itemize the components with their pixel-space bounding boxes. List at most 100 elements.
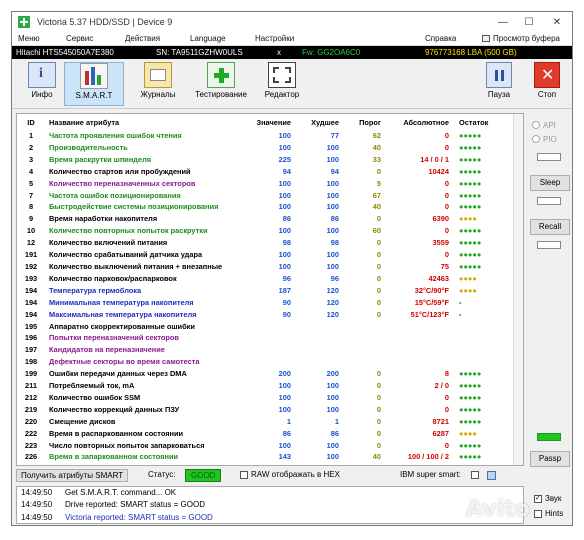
table-row[interactable]: 7 Частота ошибок позиционирования 100 100 67…	[17, 190, 513, 202]
table-row[interactable]: 3 Время раскрутки шпинделя 225 100 33 14 / 0 …	[17, 154, 513, 166]
col-header-threshold[interactable]: Порог	[343, 114, 385, 130]
get-smart-button[interactable]: Получить атрибуты SMART	[16, 469, 129, 482]
window-title: Victoria 5.37 HDD/SSD | Device 9	[37, 17, 173, 27]
info-button[interactable]: i Инфо	[12, 62, 72, 106]
buffer-viewer-button[interactable]: Просмотр буфера	[482, 34, 560, 43]
attr-id-cell: 3	[28, 154, 34, 164]
attr-status-cell: ●●●●●	[459, 131, 482, 140]
table-row[interactable]: 197 Кандидатов на переназначение	[17, 344, 513, 356]
col-header-value[interactable]: Значение	[245, 114, 295, 130]
table-row[interactable]: 12 Количество включений питания 98 98 0 3559 ●…	[17, 237, 513, 249]
col-header-raw[interactable]: Абсолютное	[385, 114, 453, 130]
attr-value-cell: 100	[278, 178, 291, 188]
table-row[interactable]: 194 Температура гермоблока 187 120 0 32°C/90°…	[17, 285, 513, 297]
stop-button[interactable]: ✕ Стоп	[526, 62, 568, 106]
table-row[interactable]: 199 Ошибки передачи данных через DMA 200 20…	[17, 368, 513, 380]
table-row[interactable]: 219 Количество коррекций данных ПЗУ 100 100…	[17, 404, 513, 416]
passp-button[interactable]: Passp	[530, 451, 570, 467]
attr-raw-cell: 0	[444, 404, 449, 414]
attr-raw-cell: 0	[444, 190, 449, 200]
table-row[interactable]: 195 Аппаратно скорректированные ошибки	[17, 321, 513, 333]
attr-status-cell: -	[459, 309, 462, 319]
raw-hex-checkbox[interactable]: RAW отображать в HEX	[240, 470, 340, 479]
attr-name-cell: Количество выключений питания + внезапны…	[49, 261, 223, 271]
attr-worst-cell: 100	[326, 381, 339, 391]
attr-raw-cell: 2 / 0	[434, 381, 449, 391]
menu-item-menu[interactable]: Меню	[18, 34, 40, 43]
attr-status-cell	[453, 332, 513, 344]
menu-item-settings[interactable]: Настройки	[255, 34, 294, 43]
table-row[interactable]: 196 Попытки переназначений секторов	[17, 332, 513, 344]
api-radio[interactable]: API	[532, 118, 572, 132]
status-badge: GOOD	[185, 469, 222, 482]
smart-button[interactable]: S.M.A.R.T	[64, 62, 124, 106]
table-row[interactable]: 2 Производительность 100 100 40 0 ●●●●●	[17, 142, 513, 154]
table-row[interactable]: 220 Смещение дисков 1 1 0 8721 ●●●●●	[17, 416, 513, 428]
attr-name-cell: Количество включений питания	[49, 238, 168, 248]
attr-id-cell: 219	[24, 404, 38, 414]
log-time: 14:49:50	[21, 500, 53, 510]
table-row[interactable]: 9 Время наработки накопителя 86 86 0 6390 ●●●●	[17, 213, 513, 225]
table-row[interactable]: 4 Количество стартов или пробуждений 94 94 0…	[17, 166, 513, 178]
table-row[interactable]: 198 Дефектные секторы во время самотеста	[17, 356, 513, 368]
menu-item-actions[interactable]: Действия	[125, 34, 160, 43]
col-header-id[interactable]: ID	[17, 114, 45, 130]
menu-item-language[interactable]: Language	[190, 34, 226, 43]
minimize-icon[interactable]: —	[490, 12, 516, 32]
logs-button[interactable]: Журналы	[128, 62, 188, 106]
sleep-button[interactable]: Sleep	[530, 175, 570, 191]
attr-name-cell: Кандидатов на переназначение	[49, 345, 165, 355]
test-plus-icon	[207, 62, 235, 88]
attr-status-cell: ●●●●●	[459, 190, 482, 200]
ibm-super-smart-checkbox[interactable]	[471, 471, 479, 479]
col-header-worst[interactable]: Худшее	[295, 114, 343, 130]
table-row[interactable]: 8 Быстродействие системы позиционирования…	[17, 201, 513, 213]
table-row[interactable]: 191 Количество срабатываний датчика удара…	[17, 249, 513, 261]
table-row[interactable]: 192 Количество выключений питания + внеза…	[17, 261, 513, 273]
table-row[interactable]: 226 Время в запаркованном состоянии 143 100…	[17, 451, 513, 463]
info-button-label: Инфо	[31, 90, 53, 99]
pause-button[interactable]: Пауза	[478, 62, 520, 106]
maximize-icon[interactable]: ☐	[516, 12, 542, 32]
table-row[interactable]: 223 Число повторных попыток запарковаться…	[17, 440, 513, 452]
table-row[interactable]: 222 Время в распаркованном состоянии 86 86 0…	[17, 428, 513, 440]
attr-raw-cell: 0	[444, 226, 449, 236]
table-row[interactable]: 5 Количество переназначенных секторов 100 1…	[17, 178, 513, 190]
hints-checkbox[interactable]: Hints	[534, 509, 572, 518]
pio-radio-label: PIO	[543, 134, 557, 144]
logs-button-label: Журналы	[140, 90, 176, 99]
attr-id-cell: 2	[28, 142, 34, 152]
attr-id-cell: 4	[28, 166, 34, 176]
attr-raw-cell	[385, 332, 453, 344]
table-row[interactable]: 212 Количество ошибок SSM 100 100 0 0 ●●●●●	[17, 392, 513, 404]
close-icon[interactable]: ✕	[544, 12, 570, 32]
table-row[interactable]: 193 Количество парковок/распарковок 96 96 0 4…	[17, 273, 513, 285]
table-header-row: ID Название атрибута Значение Худшее Пор…	[17, 114, 513, 130]
attr-name-cell: Частота ошибок позиционирования	[49, 190, 181, 200]
attr-worst-cell: 100	[326, 142, 339, 152]
table-row[interactable]: 10 Количество повторных попыток раскрутки…	[17, 225, 513, 237]
table-scrollbar[interactable]	[513, 114, 523, 465]
sound-checkbox[interactable]: ✓ Звук	[534, 494, 572, 503]
pio-radio[interactable]: PIO	[532, 132, 572, 146]
editor-button[interactable]: Редактор	[252, 62, 312, 106]
table-row[interactable]: 211 Потребляемый ток, mA 100 100 0 2 / 0 ●●●●●	[17, 380, 513, 392]
pio-radio-dot	[532, 135, 540, 143]
table-row[interactable]: 194 Минимальная температура накопителя 90 1…	[17, 297, 513, 309]
menu-item-service[interactable]: Сервис	[66, 34, 93, 43]
col-header-status[interactable]: Остаток	[453, 114, 513, 130]
table-row[interactable]: 1 Частота проявления ошибок чтения 100 77 62…	[17, 130, 513, 142]
attr-value-cell: 100	[278, 226, 291, 236]
attr-name-cell: Производительность	[49, 142, 128, 152]
attr-id-cell: 8	[28, 202, 34, 212]
recall-button[interactable]: Recall	[530, 219, 570, 235]
attr-threshold-cell: 0	[376, 285, 381, 295]
testing-button[interactable]: Тестирование	[191, 62, 251, 106]
col-header-name[interactable]: Название атрибута	[45, 114, 245, 130]
attr-name-cell: Время наработки накопителя	[49, 214, 158, 224]
menu-item-help[interactable]: Справка	[425, 34, 456, 43]
attr-status-cell: ●●●●●	[459, 369, 482, 379]
table-row[interactable]: 194 Максимальная температура накопителя 90…	[17, 309, 513, 321]
status-label: Статус:	[148, 470, 176, 479]
attr-name-cell: Быстродействие системы позиционирования	[49, 202, 219, 212]
